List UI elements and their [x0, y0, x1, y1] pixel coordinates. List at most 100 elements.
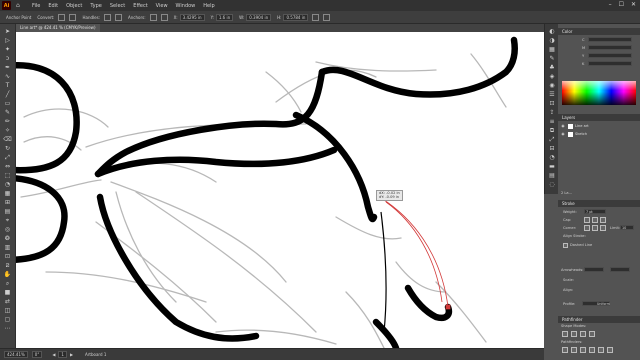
layers-panel-title[interactable]: Layers	[558, 114, 640, 121]
menu-help[interactable]: Help	[203, 3, 214, 9]
shape-builder-tool-icon[interactable]: ◔	[3, 181, 12, 188]
next-artboard-icon[interactable]: ▶	[70, 352, 73, 357]
stroke-panel-title[interactable]: Stroke	[558, 200, 640, 207]
home-icon[interactable]: ⌂	[16, 2, 24, 10]
show-handles-icon[interactable]	[104, 13, 112, 21]
swatches-icon[interactable]: ▦	[548, 46, 556, 54]
menu-select[interactable]: Select	[110, 3, 125, 9]
round-join-icon[interactable]	[592, 225, 598, 231]
rotate-tool-icon[interactable]: ↻	[3, 145, 12, 152]
prev-artboard-icon[interactable]: ◀	[52, 352, 55, 357]
color-panel-icon[interactable]: ◐	[548, 28, 556, 36]
drawing-modes-icon[interactable]: ◫	[3, 307, 12, 314]
selection-tool-icon[interactable]: ➤	[3, 28, 12, 35]
direct-selection-tool-icon[interactable]: ▷	[3, 37, 12, 44]
scale-tool-icon[interactable]: ⤢	[3, 154, 12, 161]
menu-window[interactable]: Window	[176, 3, 196, 9]
limit-field[interactable]: 10	[620, 225, 634, 230]
symbol-sprayer-tool-icon[interactable]: ❂	[3, 235, 12, 242]
mesh-tool-icon[interactable]: ⊞	[3, 199, 12, 206]
line-tool-icon[interactable]: ╱	[3, 91, 12, 98]
graphic-styles-icon[interactable]: ◈	[548, 73, 556, 81]
pathfinder-panel-title[interactable]: Pathfinder	[558, 316, 640, 323]
square-cap-icon[interactable]	[600, 217, 606, 223]
layer-row[interactable]: ◉ Line art	[560, 123, 638, 130]
h-field[interactable]: 0.5784 in	[283, 13, 309, 21]
w-field[interactable]: 0.3904 in	[246, 13, 272, 21]
close-button[interactable]: ✕	[631, 1, 636, 8]
menu-edit[interactable]: Edit	[48, 3, 58, 9]
symbols-icon[interactable]: ♣	[548, 64, 556, 72]
crop-icon[interactable]	[589, 347, 595, 353]
type-tool-icon[interactable]: T	[3, 82, 12, 89]
stroke-icon[interactable]: ▬	[548, 163, 556, 171]
gradient-tool-icon[interactable]: ▤	[3, 208, 12, 215]
rectangle-tool-icon[interactable]: ▭	[3, 100, 12, 107]
lasso-tool-icon[interactable]: ↄ	[3, 55, 12, 62]
pen-tool-icon[interactable]: ✒	[3, 64, 12, 71]
column-graph-tool-icon[interactable]: ▥	[3, 244, 12, 251]
channel-y-slider[interactable]	[588, 53, 632, 58]
menu-effect[interactable]: Effect	[133, 3, 147, 9]
layers-icon[interactable]: ☰	[548, 91, 556, 99]
maximize-button[interactable]: ☐	[619, 1, 624, 8]
artboard-tool-icon[interactable]: ⊡	[3, 253, 12, 260]
weight-field[interactable]: 7 pt	[584, 209, 606, 214]
divide-icon[interactable]	[562, 347, 568, 353]
asset-export-icon[interactable]: ⇪	[548, 109, 556, 117]
layer-row[interactable]: ◉ Sketch	[560, 131, 638, 138]
color-panel-title[interactable]: Color	[558, 28, 640, 35]
minimize-button[interactable]: –	[609, 1, 612, 8]
y-field[interactable]: 1.6 in	[215, 13, 234, 21]
round-cap-icon[interactable]	[592, 217, 598, 223]
remove-anchor-icon[interactable]	[149, 13, 157, 21]
menu-view[interactable]: View	[156, 3, 168, 9]
hide-handles-icon[interactable]	[115, 13, 123, 21]
eyedropper-tool-icon[interactable]: ⌖	[3, 217, 12, 224]
anchor-point[interactable]	[445, 304, 451, 310]
appearance-icon[interactable]: ◉	[548, 82, 556, 90]
artboard-canvas[interactable]: dX: -0.02 in dY: -0.09 in	[16, 32, 544, 348]
x-field[interactable]: 3.4295 in	[179, 13, 205, 21]
blend-tool-icon[interactable]: ◎	[3, 226, 12, 233]
transparency-icon[interactable]: ◌	[548, 181, 556, 189]
trim-icon[interactable]	[571, 347, 577, 353]
screen-mode-icon[interactable]: ▢	[3, 316, 12, 323]
libraries-icon[interactable]: ⧉	[548, 127, 556, 135]
outline-icon[interactable]	[598, 347, 604, 353]
edit-toolbar-icon[interactable]: ⋯	[3, 325, 12, 332]
butt-cap-icon[interactable]	[584, 217, 590, 223]
profile-select[interactable]: Uniform	[582, 301, 610, 306]
menu-object[interactable]: Object	[66, 3, 82, 9]
miter-join-icon[interactable]	[584, 225, 590, 231]
transform-icon[interactable]: ⤢	[548, 136, 556, 144]
free-transform-tool-icon[interactable]: ⬚	[3, 172, 12, 179]
color-spectrum[interactable]	[562, 81, 636, 105]
zoom-tool-icon[interactable]: ⌕	[3, 280, 12, 287]
properties-icon[interactable]: ≡	[548, 118, 556, 126]
pathfinder-icon[interactable]: ◔	[548, 154, 556, 162]
transform-icon[interactable]	[323, 13, 331, 21]
menu-file[interactable]: File	[32, 3, 40, 9]
align-icon[interactable]: ⊟	[548, 145, 556, 153]
slice-tool-icon[interactable]: ⧄	[3, 262, 12, 269]
artboard-number-field[interactable]: 1	[58, 351, 67, 358]
menu-type[interactable]: Type	[90, 3, 101, 9]
swap-colors-icon[interactable]: ⇄	[3, 298, 12, 305]
document-tab[interactable]: Line art* @ 424.41 % (CMYK/Preview)	[16, 24, 100, 32]
convert-smooth-icon[interactable]	[69, 13, 77, 21]
magic-wand-tool-icon[interactable]: ✦	[3, 46, 12, 53]
selected-path[interactable]	[380, 197, 449, 308]
hand-tool-icon[interactable]: ✋	[3, 271, 12, 278]
connect-anchor-icon[interactable]	[160, 13, 168, 21]
merge-icon[interactable]	[580, 347, 586, 353]
color-guide-icon[interactable]: ◑	[548, 37, 556, 45]
bevel-join-icon[interactable]	[600, 225, 606, 231]
perspective-grid-tool-icon[interactable]: ▦	[3, 190, 12, 197]
paintbrush-tool-icon[interactable]: ✎	[3, 109, 12, 116]
eraser-tool-icon[interactable]: ⌫	[3, 136, 12, 143]
end-arrowhead-select[interactable]	[610, 267, 630, 272]
start-arrowhead-select[interactable]	[584, 267, 604, 272]
unite-icon[interactable]	[562, 331, 568, 337]
eye-icon[interactable]: ◉	[560, 131, 566, 138]
